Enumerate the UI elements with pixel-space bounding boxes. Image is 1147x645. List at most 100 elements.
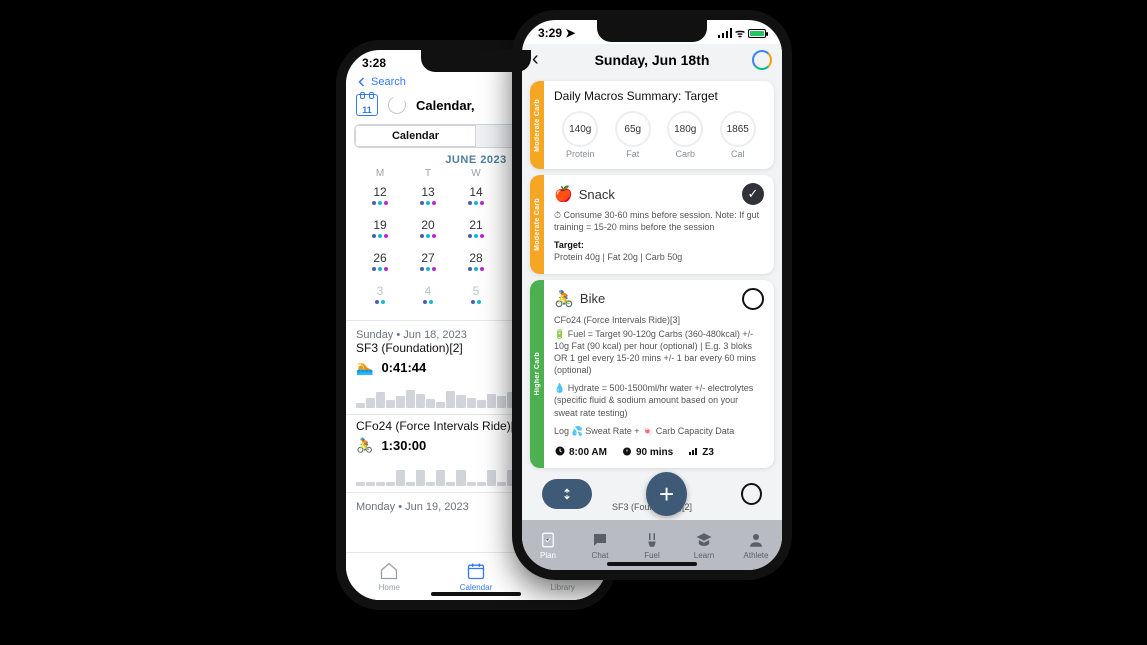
- bike-icon: 🚴: [554, 289, 574, 309]
- battery-icon: [748, 29, 766, 38]
- tab-label: Chat: [592, 551, 609, 560]
- calendar-day[interactable]: 19: [356, 214, 404, 244]
- collapse-pill-button[interactable]: [542, 479, 592, 509]
- segment-calendar[interactable]: Calendar: [355, 125, 476, 147]
- calendar-day[interactable]: 12: [356, 181, 404, 211]
- refresh-icon[interactable]: [385, 93, 408, 116]
- macro-item: 1865Cal: [720, 111, 756, 159]
- home-indicator[interactable]: [607, 562, 697, 566]
- tab-athlete[interactable]: Athlete: [730, 520, 782, 570]
- swim-icon: 🏊: [356, 359, 373, 376]
- target-values: Protein 40g | Fat 20g | Carb 50g: [554, 252, 682, 262]
- bike-subtitle: CFo24 (Force Intervals Ride)[3]: [554, 314, 764, 326]
- back-button[interactable]: ‹: [532, 48, 552, 71]
- notch: [421, 50, 531, 72]
- side-tag-label: Moderate Carb: [534, 198, 541, 251]
- bike-title: Bike: [580, 291, 605, 306]
- athlete-icon: [747, 531, 765, 549]
- calendar-day[interactable]: 27: [404, 247, 452, 277]
- side-tag-label: Moderate Carb: [534, 99, 541, 152]
- tab-home[interactable]: Home: [346, 553, 433, 600]
- side-tag-moderate: Moderate Carb: [530, 175, 544, 274]
- session-time: 0:41:44: [381, 360, 426, 375]
- plan-icon: [539, 531, 557, 549]
- phone-plan: 3:29 ➤ ᯤ ‹ Sunday, Jun 18th Moderate Car…: [512, 10, 792, 580]
- calendar-day[interactable]: 5: [452, 280, 500, 310]
- tab-label: Learn: [694, 551, 714, 560]
- macro-value: 65g: [615, 111, 651, 147]
- weekday-head: M: [356, 168, 404, 179]
- tab-label: Calendar: [460, 583, 492, 592]
- incomplete-circle-icon[interactable]: [742, 288, 764, 310]
- snack-note: ⏱ Consume 30-60 mins before session. Not…: [554, 209, 764, 233]
- calendar-day[interactable]: 4: [404, 280, 452, 310]
- tab-label: Library: [550, 583, 574, 592]
- macros-row: 140g Protein 65g Fat 180gCarb 1865Cal: [554, 111, 764, 159]
- status-time: 3:29 ➤: [538, 26, 575, 40]
- tab-label: Fuel: [644, 551, 660, 560]
- tab-label: Plan: [540, 551, 556, 560]
- meta-zone: Z3: [687, 445, 714, 458]
- side-tag-moderate: Moderate Carb: [530, 81, 544, 169]
- weekday-head: T: [404, 168, 452, 179]
- add-fab-button[interactable]: +: [646, 472, 687, 516]
- home-icon: [379, 561, 399, 581]
- home-indicator[interactable]: [431, 592, 521, 596]
- tab-label: Home: [379, 583, 400, 592]
- calendar-day[interactable]: 13: [404, 181, 452, 211]
- calendar-day[interactable]: 20: [404, 214, 452, 244]
- calendar-day[interactable]: 28: [452, 247, 500, 277]
- tab-plan[interactable]: Plan: [522, 520, 574, 570]
- macros-heading: Daily Macros Summary: Target: [554, 89, 764, 103]
- macros-card[interactable]: Moderate Carb Daily Macros Summary: Targ…: [530, 81, 774, 169]
- target-label: Target:: [554, 240, 584, 250]
- fuel-note: 🔋 Fuel = Target 90-120g Carbs (360-480kc…: [554, 328, 764, 377]
- timer-icon: [621, 445, 633, 457]
- signal-icon: [718, 28, 732, 38]
- bike-meta-row: 8:00 AM 90 mins Z3: [554, 445, 764, 458]
- calendar-day[interactable]: 3: [356, 280, 404, 310]
- notch: [597, 20, 707, 42]
- chat-icon: [591, 531, 609, 549]
- side-tag-higher: Higher Carb: [530, 280, 544, 468]
- snack-card[interactable]: Moderate Carb 🍎 Snack ✓ ⏱ Consume 30-60 …: [530, 175, 774, 274]
- apple-icon: 🍎: [554, 185, 573, 203]
- completed-check-icon[interactable]: ✓: [742, 183, 764, 205]
- calendar-tab-icon: [466, 561, 486, 581]
- macro-value: 1865: [720, 111, 756, 147]
- log-note: Log 💦 Sweat Rate + 🍬 Carb Capacity Data: [554, 425, 764, 437]
- incomplete-circle-icon[interactable]: [741, 483, 762, 505]
- collapse-icon: [560, 487, 574, 501]
- bike-card[interactable]: Higher Carb 🚴 Bike CFo24 (Force Interval…: [530, 280, 774, 468]
- calendar-day[interactable]: 21: [452, 214, 500, 244]
- activity-rings-icon[interactable]: [752, 50, 772, 70]
- macro-label: Carb: [675, 149, 695, 159]
- page-title: Sunday, Jun 18th: [552, 52, 752, 68]
- macro-label: Fat: [626, 149, 639, 159]
- header: ‹ Sunday, Jun 18th: [522, 44, 782, 75]
- fab-row: +: [522, 472, 782, 516]
- calendar-icon[interactable]: 11: [356, 94, 378, 116]
- macro-item: 140g Protein: [562, 111, 598, 159]
- calendar-day[interactable]: 26: [356, 247, 404, 277]
- side-tag-label: Higher Carb: [534, 352, 541, 395]
- calendar-icon-day: 11: [362, 105, 372, 115]
- macro-item: 180gCarb: [667, 111, 703, 159]
- tab-label: Athlete: [744, 551, 769, 560]
- macro-item: 65g Fat: [615, 111, 651, 159]
- meta-time: 8:00 AM: [554, 445, 607, 458]
- nav-back-label: Search: [371, 76, 406, 88]
- snack-title: Snack: [579, 187, 615, 202]
- chevron-left-icon: [356, 76, 368, 88]
- wifi-icon: ᯤ: [735, 26, 745, 41]
- plus-icon: +: [659, 479, 674, 510]
- meta-duration: 90 mins: [621, 445, 673, 458]
- clock-icon: [554, 445, 566, 457]
- session-time: 1:30:00: [381, 438, 426, 453]
- calendar-day[interactable]: 14: [452, 181, 500, 211]
- learn-icon: [695, 531, 713, 549]
- macro-label: Protein: [566, 149, 595, 159]
- macro-value: 140g: [562, 111, 598, 147]
- bike-icon: 🚴: [356, 437, 373, 454]
- bars-icon: [687, 445, 699, 457]
